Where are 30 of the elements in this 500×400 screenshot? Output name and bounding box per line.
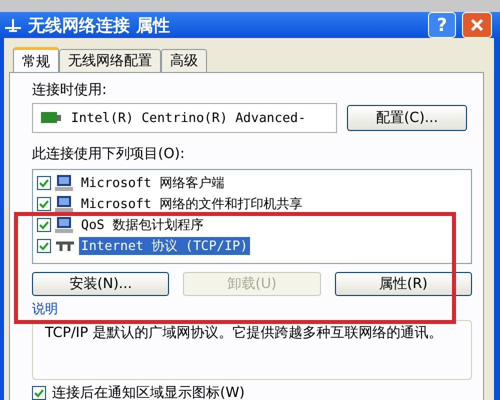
network-card-icon — [41, 111, 61, 125]
checkbox[interactable] — [32, 386, 46, 400]
tab[interactable]: 常规 — [13, 47, 59, 73]
tab[interactable]: 无线网络配置 — [59, 49, 161, 72]
window-title: 无线网络连接 属性 — [28, 14, 171, 36]
section-label: 连接时使用: — [32, 81, 108, 99]
description-text: TCP/IP 是默认的广域网协议。它提供跨越多种互联网络的通讯。 — [45, 325, 444, 341]
device-name: Intel(R) Centrino(R) Advanced- — [71, 110, 306, 126]
checkbox[interactable] — [37, 238, 51, 252]
group-label: 说明 — [32, 301, 59, 318]
action-button[interactable]: 属性(R) — [334, 272, 472, 296]
computer-icon — [55, 216, 75, 234]
checkbox[interactable] — [37, 196, 51, 210]
tab[interactable]: 高级 — [161, 49, 207, 72]
section-label: 此连接使用下列项目(O): — [32, 145, 186, 163]
list-item[interactable]: Microsoft 网络客户端 — [79, 174, 226, 192]
checkbox[interactable] — [37, 218, 51, 232]
close-icon — [470, 18, 484, 32]
close-button[interactable] — [462, 12, 492, 38]
checkbox-label: 连接后在通知区域显示图标(W) — [52, 384, 245, 400]
list-item[interactable]: Internet 协议 (TCP/IP) — [79, 236, 250, 254]
help-button[interactable]: ? — [428, 12, 456, 38]
configure-button[interactable]: 配置(C)... — [347, 105, 467, 131]
list-item[interactable]: QoS 数据包计划程序 — [79, 216, 206, 234]
checkbox[interactable] — [37, 176, 51, 190]
computer-icon — [55, 174, 75, 192]
list-item[interactable]: Microsoft 网络的文件和打印机共享 — [79, 194, 304, 212]
action-button[interactable]: 安装(N)... — [32, 272, 170, 296]
network-icon — [4, 17, 22, 33]
computer-icon — [55, 194, 75, 212]
